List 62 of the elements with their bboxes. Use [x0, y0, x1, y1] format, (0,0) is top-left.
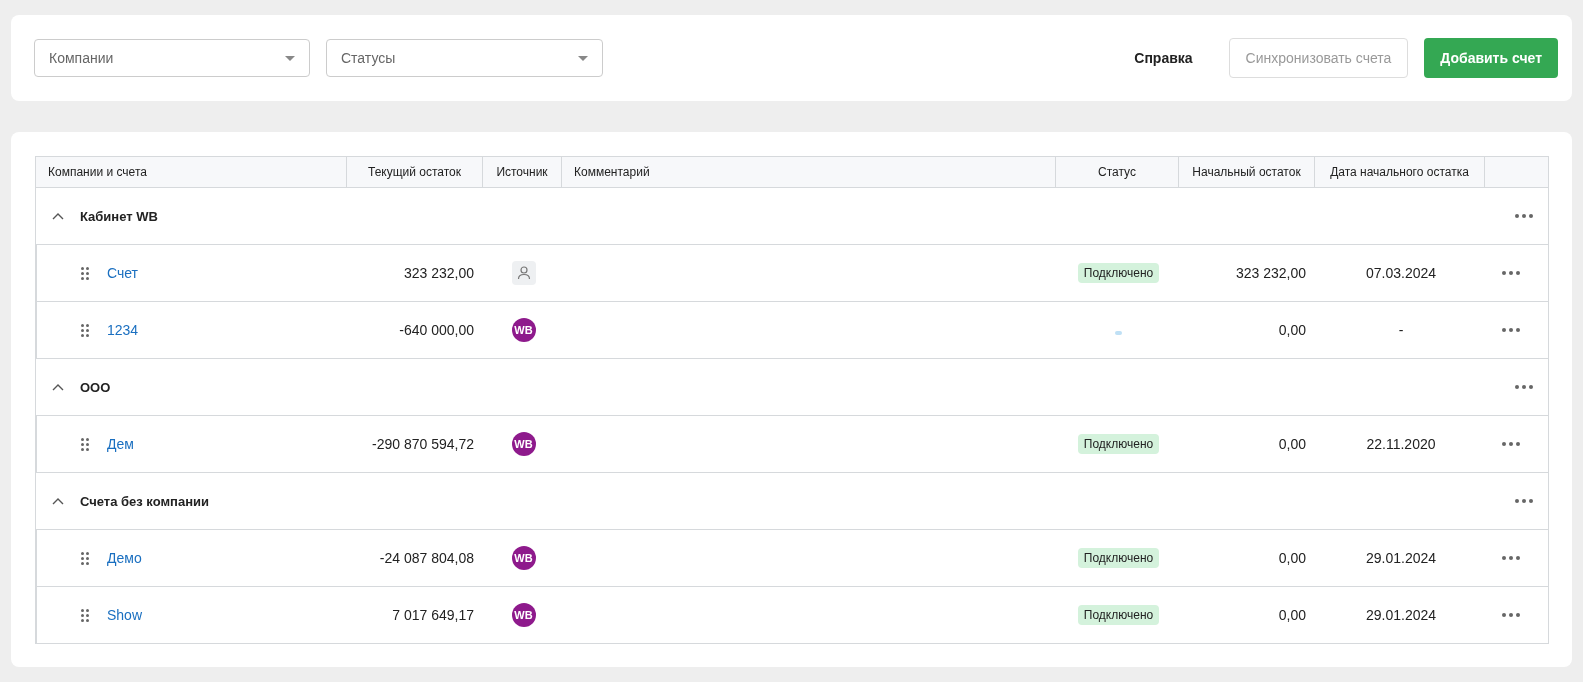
- account-link[interactable]: Демо: [107, 550, 142, 566]
- balance-text: 7 017 649,17: [392, 607, 474, 623]
- date-text: 29.01.2024: [1365, 607, 1437, 623]
- status-tag: Подключено: [1077, 434, 1160, 454]
- column-header: Начальный остаток: [1179, 157, 1315, 187]
- more-icon[interactable]: [1501, 442, 1520, 446]
- initial-balance-text: 0,00: [1278, 436, 1306, 452]
- drag-handle-icon[interactable]: [81, 551, 89, 565]
- filter-dropdown[interactable]: Компании: [34, 39, 310, 77]
- initial-balance-text: 323 232,00: [1235, 265, 1306, 281]
- caret-icon: [285, 55, 295, 61]
- date-text: 07.03.2024: [1365, 265, 1437, 281]
- caret-icon: [578, 55, 588, 61]
- status-tag: Подключено: [1077, 605, 1160, 625]
- account-link[interactable]: 1234: [107, 322, 139, 338]
- source-badge: WB: [511, 432, 536, 456]
- more-icon[interactable]: [1501, 556, 1520, 560]
- chevron-icon[interactable]: [52, 212, 64, 220]
- drag-handle-icon[interactable]: [81, 608, 89, 622]
- account-link[interactable]: Show: [107, 607, 143, 623]
- initial-balance-text: 0,00: [1278, 550, 1306, 566]
- balance-text: 323 232,00: [403, 265, 474, 281]
- more-icon[interactable]: [1501, 613, 1520, 617]
- source-badge: WB: [511, 546, 536, 570]
- column-header: Дата начального остатка: [1315, 157, 1485, 187]
- company-name: ООО: [80, 379, 111, 395]
- status-indicator: [1115, 331, 1122, 335]
- more-icon[interactable]: [1514, 385, 1533, 389]
- person-icon: [511, 261, 536, 285]
- account-link[interactable]: Счет: [107, 265, 138, 281]
- column-header: Компании и счета: [36, 157, 347, 187]
- status-tag: Подключено: [1077, 548, 1160, 568]
- balance-text: -290 870 594,72: [372, 436, 474, 452]
- chevron-icon[interactable]: [52, 383, 64, 391]
- company-name: Счета без компании: [80, 493, 209, 509]
- source-badge: WB: [511, 603, 536, 627]
- drag-handle-icon[interactable]: [81, 266, 89, 280]
- drag-handle-icon[interactable]: [81, 323, 89, 337]
- more-icon[interactable]: [1501, 271, 1520, 275]
- filter-dropdown[interactable]: Статусы: [326, 39, 603, 77]
- more-icon[interactable]: [1514, 214, 1533, 218]
- initial-balance-text: 0,00: [1278, 322, 1306, 338]
- balance-text: -24 087 804,08: [379, 550, 474, 566]
- column-header: Статус: [1056, 157, 1179, 187]
- help-link[interactable]: Справка: [1134, 50, 1193, 66]
- drag-handle-icon[interactable]: [81, 437, 89, 451]
- column-header: Текущий остаток: [347, 157, 483, 187]
- chevron-icon[interactable]: [52, 497, 64, 505]
- add-account-button[interactable]: Добавить счет: [1424, 38, 1558, 78]
- company-name: Кабинет WB: [80, 208, 158, 224]
- source-badge: WB: [511, 318, 536, 342]
- column-header: Комментарий: [562, 157, 1056, 187]
- status-tag: Подключено: [1077, 263, 1160, 283]
- date-text: 22.11.2020: [1366, 436, 1436, 452]
- initial-balance-text: 0,00: [1278, 607, 1306, 623]
- date-text: 29.01.2024: [1365, 550, 1437, 566]
- account-link[interactable]: Дем: [107, 436, 134, 452]
- column-header: Источник: [483, 157, 562, 187]
- more-icon[interactable]: [1501, 328, 1520, 332]
- balance-text: -640 000,00: [399, 322, 474, 338]
- more-icon[interactable]: [1514, 499, 1533, 503]
- date-text: -: [1398, 322, 1404, 338]
